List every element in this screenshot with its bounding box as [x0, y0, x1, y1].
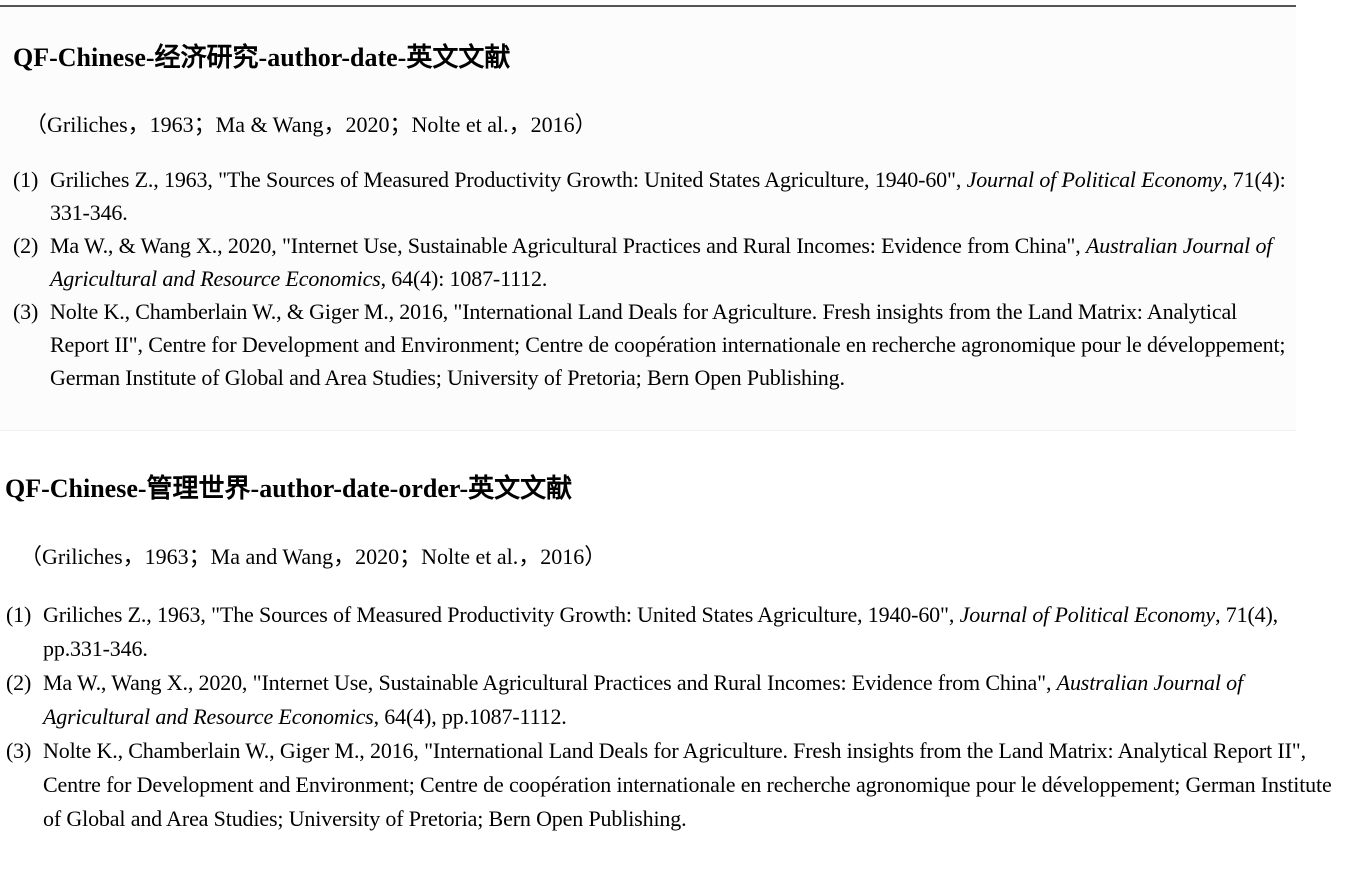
reference-body: Ma W., Wang X., 2020, "Internet Use, Sus…: [43, 670, 1057, 695]
section-two-reference-list: (1) Griliches Z., 1963, "The Sources of …: [6, 598, 1342, 836]
section-one-reference-list: (1) Griliches Z., 1963, "The Sources of …: [13, 163, 1296, 394]
reference-body: Ma W., & Wang X., 2020, "Internet Use, S…: [50, 233, 1086, 258]
reference-volume-pages: , 64(4): 1087-1112.: [380, 266, 548, 291]
reference-text: Griliches Z., 1963, "The Sources of Meas…: [43, 602, 1278, 661]
reference-number: (2): [13, 233, 39, 258]
reference-item: (1) Griliches Z., 1963, "The Sources of …: [13, 163, 1296, 229]
reference-body: Nolte K., Chamberlain W., Giger M., 2016…: [43, 738, 1332, 831]
reference-text: Nolte K., Chamberlain W., & Giger M., 20…: [50, 299, 1286, 390]
journal-title: Journal of Political Economy: [966, 167, 1223, 192]
reference-body: Griliches Z., 1963, "The Sources of Meas…: [50, 167, 967, 192]
reference-item: (2) Ma W., & Wang X., 2020, "Internet Us…: [13, 229, 1296, 295]
reference-body: Nolte K., Chamberlain W., & Giger M., 20…: [50, 299, 1286, 390]
reference-item: (2) Ma W., Wang X., 2020, "Internet Use,…: [6, 666, 1342, 734]
reference-number: (2): [6, 670, 32, 695]
reference-number: (3): [13, 299, 39, 324]
section-one-heading: QF-Chinese-经济研究-author-date-英文文献: [13, 43, 511, 72]
reference-item: (3) Nolte K., Chamberlain W., & Giger M.…: [13, 295, 1296, 394]
reference-item: (3) Nolte K., Chamberlain W., Giger M., …: [6, 734, 1342, 836]
reference-number: (1): [6, 602, 32, 627]
section-one-citation: （Griliches，1963；Ma & Wang，2020；Nolte et …: [25, 112, 597, 137]
reference-text: Ma W., Wang X., 2020, "Internet Use, Sus…: [43, 670, 1243, 729]
section-two-citation: （Griliches，1963；Ma and Wang，2020；Nolte e…: [20, 544, 607, 569]
reference-body: Griliches Z., 1963, "The Sources of Meas…: [43, 602, 960, 627]
reference-text: Ma W., & Wang X., 2020, "Internet Use, S…: [50, 233, 1272, 291]
reference-number: (1): [13, 167, 39, 192]
reference-text: Griliches Z., 1963, "The Sources of Meas…: [50, 167, 1286, 225]
journal-title: Journal of Political Economy: [959, 602, 1216, 627]
section-two-heading: QF-Chinese-管理世界-author-date-order-英文文献: [5, 474, 573, 503]
reference-item: (1) Griliches Z., 1963, "The Sources of …: [6, 598, 1342, 666]
reference-number: (3): [6, 738, 32, 763]
reference-text: Nolte K., Chamberlain W., Giger M., 2016…: [43, 738, 1332, 831]
reference-volume-pages: , 64(4), pp.1087-1112.: [373, 704, 567, 729]
